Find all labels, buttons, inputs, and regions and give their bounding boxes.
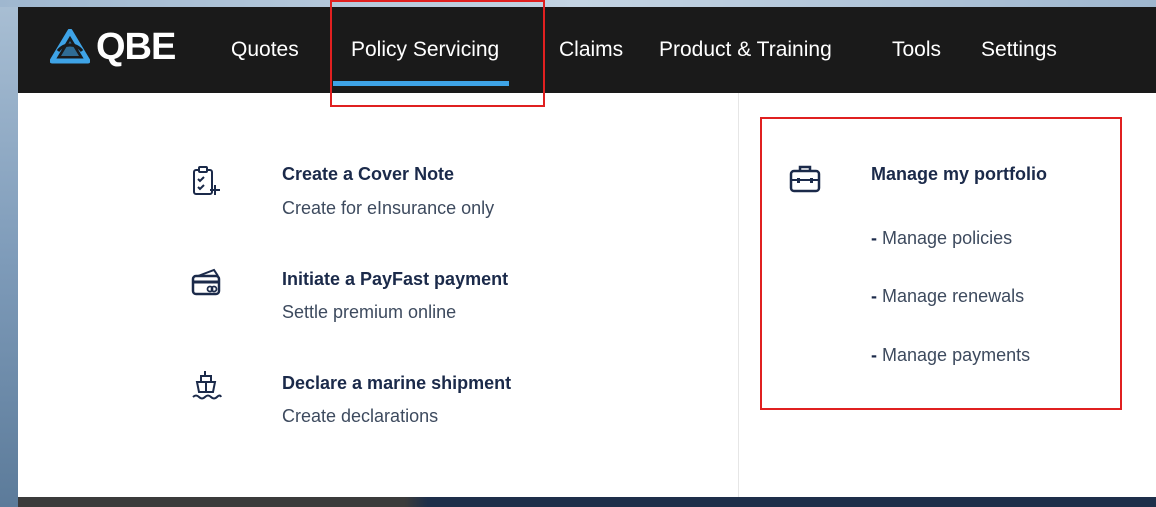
payfast-title: Initiate a PayFast payment xyxy=(282,269,509,289)
page-content-strip xyxy=(18,497,1156,507)
nav-item-claims[interactable]: Claims xyxy=(559,37,623,63)
nav-item-settings[interactable]: Settings xyxy=(981,37,1057,63)
marine-subtitle: Create declarations xyxy=(282,406,439,426)
top-navbar: QBE Quotes Policy Servicing Claims Produ… xyxy=(18,7,1156,93)
menu-divider xyxy=(738,93,739,497)
nav-item-tools[interactable]: Tools xyxy=(892,37,941,63)
highlight-box-portfolio xyxy=(760,117,1122,410)
qbe-logo[interactable]: QBE xyxy=(50,25,176,68)
nav-item-product-training[interactable]: Product & Training xyxy=(659,37,832,63)
background-window-edge xyxy=(0,0,18,507)
cover-note-title: Create a Cover Note xyxy=(282,164,455,184)
cover-note-subtitle: Create for eInsurance only xyxy=(282,198,495,218)
credit-card-icon xyxy=(191,268,221,296)
nav-item-quotes[interactable]: Quotes xyxy=(231,37,299,63)
qbe-logo-icon xyxy=(50,29,90,64)
marine-title: Declare a marine shipment xyxy=(282,373,512,393)
background-window-top xyxy=(0,0,1156,7)
ship-icon xyxy=(192,371,222,400)
payfast-subtitle: Settle premium online xyxy=(282,302,457,322)
clipboard-add-icon xyxy=(193,166,220,195)
highlight-box-policy-servicing xyxy=(330,0,545,107)
brand-name: QBE xyxy=(96,25,176,68)
